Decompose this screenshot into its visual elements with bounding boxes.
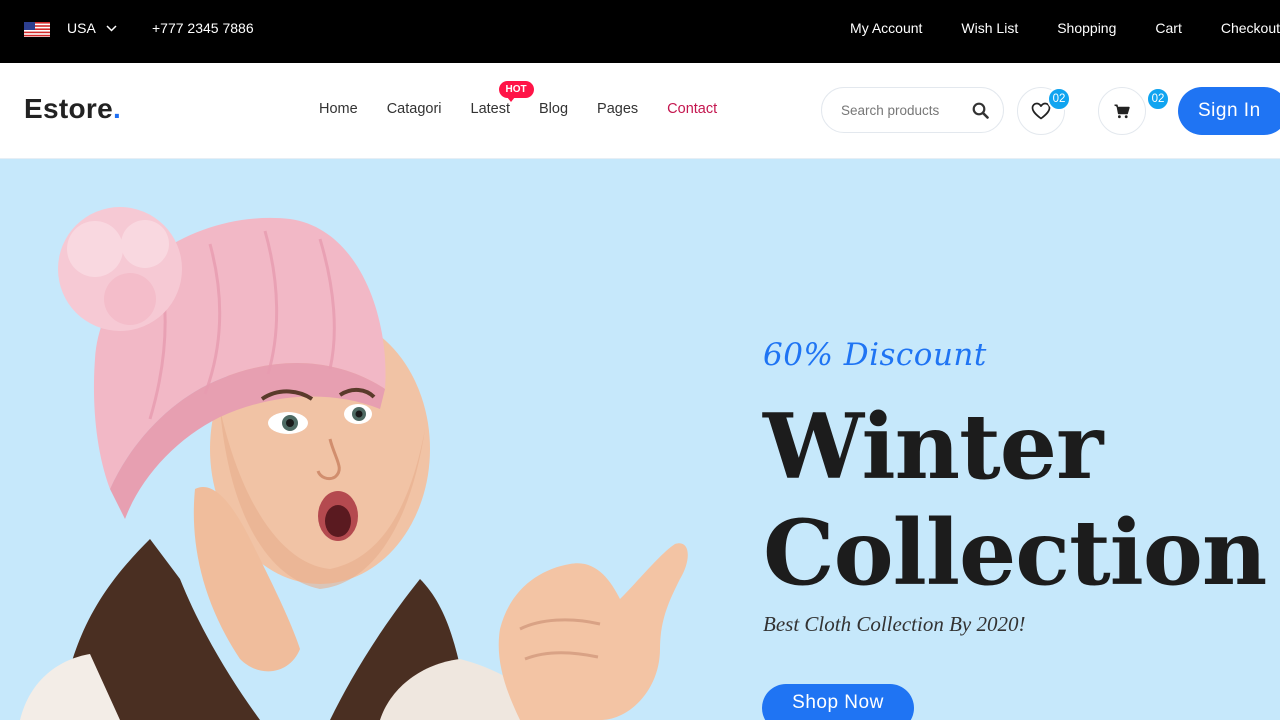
us-flag-icon (24, 22, 50, 37)
nav-item-catagori[interactable]: Catagori (387, 101, 442, 117)
nav-label: Pages (597, 101, 639, 117)
cart-icon (1114, 104, 1130, 118)
link-cart[interactable]: Cart (1155, 20, 1181, 36)
link-wish-list[interactable]: Wish List (961, 20, 1018, 36)
search-input[interactable] (841, 100, 966, 120)
hero-banner: 60% Discount Winter Collection Best Clot… (0, 159, 1280, 720)
nav-label: Latest (470, 101, 511, 117)
shop-now-button[interactable]: Shop Now (762, 684, 914, 720)
discount-text: 60% Discount (763, 337, 987, 373)
wishlist-count-badge: 02 (1047, 87, 1071, 111)
sign-in-button[interactable]: Sign In (1178, 87, 1280, 135)
nav-item-blog[interactable]: Blog (539, 101, 568, 117)
nav-label: Contact (667, 101, 718, 117)
hero-title-line-2: Collection (763, 500, 1267, 606)
nav-label: Home (319, 101, 358, 117)
top-bar: USA +777 2345 7886 My Account Wish List … (0, 0, 1280, 63)
nav-item-pages[interactable]: Pages (597, 101, 638, 117)
country-label: USA (67, 20, 96, 36)
main-nav: Home Catagori Latest HOT Blog Pages Cont… (319, 81, 746, 117)
nav-item-home[interactable]: Home (319, 101, 358, 117)
hero-title: Winter Collection (763, 394, 1267, 606)
nav-item-latest[interactable]: Latest HOT (470, 81, 534, 117)
hero-title-line-1: Winter (763, 394, 1103, 500)
nav-label: Blog (539, 101, 569, 117)
search-box (821, 87, 1004, 133)
hot-badge: HOT (498, 81, 534, 102)
cart-button[interactable] (1098, 87, 1146, 135)
hero-model-image (20, 207, 688, 720)
hero-subtitle: Best Cloth Collection By 2020! (763, 612, 1026, 636)
logo-text: Estore (24, 93, 113, 124)
link-shopping[interactable]: Shopping (1057, 20, 1116, 36)
nav-item-contact[interactable]: Contact (667, 101, 717, 117)
nav-label: Catagori (386, 101, 442, 117)
phone-number: +777 2345 7886 (152, 20, 254, 36)
logo[interactable]: Estore. (24, 93, 121, 125)
logo-dot: . (112, 93, 122, 124)
main-header: Estore. Home Catagori Latest HOT Blog Pa… (0, 63, 1280, 159)
country-selector[interactable]: USA (67, 20, 117, 36)
chevron-down-icon (106, 24, 117, 32)
top-links: My Account Wish List Shopping Cart Check… (850, 20, 1280, 36)
link-checkout[interactable]: Checkout (1221, 20, 1280, 36)
search-icon[interactable] (972, 102, 989, 119)
link-my-account[interactable]: My Account (850, 20, 922, 36)
cart-count-badge: 02 (1146, 87, 1170, 111)
